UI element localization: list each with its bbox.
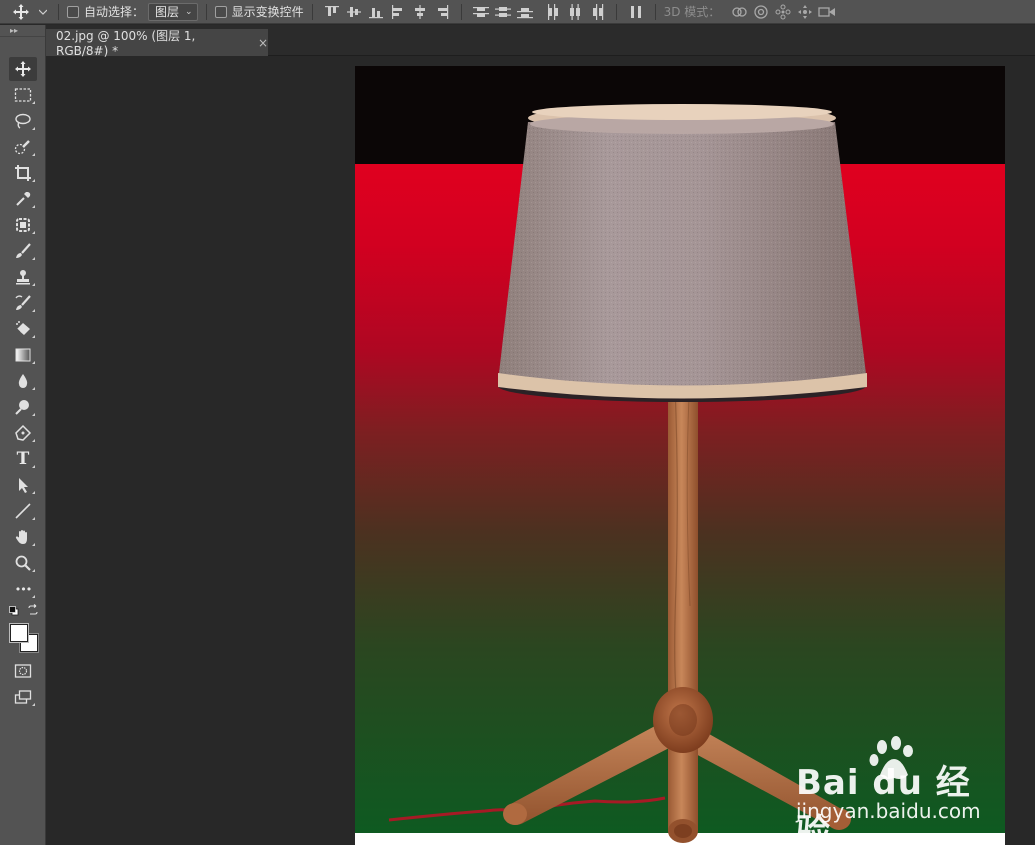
- move-tool-preset-icon[interactable]: [6, 0, 36, 24]
- zoom-icon: [15, 555, 31, 571]
- auto-select-label: 自动选择：: [84, 5, 145, 19]
- stamp-icon: [16, 270, 30, 285]
- hand-tool[interactable]: [9, 525, 37, 549]
- eraser-icon: [16, 321, 30, 335]
- watermark-url-text: jingyan.baidu.com: [796, 799, 981, 823]
- auto-select-checkbox[interactable]: 自动选择：: [67, 0, 144, 24]
- quick-select-icon: [14, 140, 30, 155]
- lasso-tool[interactable]: [9, 109, 37, 133]
- chevron-down-icon[interactable]: [36, 0, 50, 24]
- align-bottom-icon[interactable]: [365, 0, 387, 24]
- separator: [654, 3, 656, 20]
- align-vcenter-icon[interactable]: [343, 0, 365, 24]
- canvas-workspace[interactable]: [46, 57, 1035, 845]
- stamp-tool[interactable]: [9, 265, 37, 289]
- dodge-tool[interactable]: [9, 395, 37, 419]
- dodge-icon: [15, 400, 29, 415]
- checkbox-box[interactable]: [214, 5, 227, 18]
- brush-icon: [16, 243, 31, 258]
- roll-3d-icon[interactable]: [750, 0, 772, 24]
- separator: [460, 3, 462, 20]
- gradient-tool[interactable]: [9, 343, 37, 367]
- history-brush-icon: [15, 295, 31, 310]
- healing-tool[interactable]: [9, 213, 37, 237]
- document-tab[interactable]: 02.jpg @ 100% (图层 1, RGB/8#) * ×: [46, 29, 268, 58]
- baidu-watermark: Bai du 经验 jingyan.baidu.com: [788, 735, 988, 845]
- path-select-tool[interactable]: [9, 473, 37, 497]
- align-left-icon[interactable]: [387, 0, 409, 24]
- auto-align-icon[interactable]: [625, 0, 647, 24]
- align-right-icon[interactable]: [431, 0, 453, 24]
- eyedropper-tool[interactable]: [9, 187, 37, 211]
- line-icon: [15, 503, 31, 519]
- gradient-icon: [15, 348, 31, 362]
- drop-icon: [18, 374, 28, 388]
- ellipsis-icon: •••: [14, 582, 32, 596]
- default-colors-icon[interactable]: [9, 605, 19, 616]
- show-transform-checkbox[interactable]: 显示变换控件: [214, 0, 304, 24]
- document-tab-bar: 02.jpg @ 100% (图层 1, RGB/8#) * ×: [46, 25, 1035, 58]
- slide-3d-icon[interactable]: [794, 0, 816, 24]
- foreground-color-swatch[interactable]: [9, 623, 29, 643]
- mode-3d-label: 3D 模式：: [663, 5, 721, 19]
- hand-icon: [15, 530, 27, 544]
- quick-select-tool[interactable]: [9, 135, 37, 159]
- dropdown-value: 图层: [155, 5, 180, 19]
- history-brush-tool[interactable]: [9, 291, 37, 315]
- lasso-icon: [15, 113, 31, 129]
- separator: [58, 3, 59, 20]
- distribute-bottom-icon[interactable]: [514, 0, 536, 24]
- show-transform-label: 显示变换控件: [231, 5, 304, 19]
- pen-icon: [15, 424, 32, 441]
- move-tool[interactable]: [9, 57, 37, 81]
- tools-panel: ▸▸ T •••: [0, 25, 46, 845]
- crop-tool[interactable]: [9, 161, 37, 185]
- distribute-hcenter-icon[interactable]: [564, 0, 586, 24]
- document-canvas[interactable]: [355, 66, 1005, 845]
- panel-collapse-icon[interactable]: ▸▸: [0, 25, 45, 37]
- eyedropper-icon: [16, 192, 31, 206]
- distribute-top-icon[interactable]: [470, 0, 492, 24]
- orbit-3d-icon[interactable]: [728, 0, 750, 24]
- distribute-vcenter-icon[interactable]: [492, 0, 514, 24]
- crop-icon: [15, 165, 31, 181]
- pen-tool[interactable]: [9, 421, 37, 445]
- auto-select-target-dropdown[interactable]: 图层 ⌄: [148, 2, 198, 21]
- distribute-left-icon[interactable]: [542, 0, 564, 24]
- arrow-icon: [19, 478, 28, 493]
- close-icon[interactable]: ×: [258, 36, 268, 50]
- type-icon: T: [16, 449, 30, 469]
- checkbox-box[interactable]: [67, 5, 79, 18]
- screen-mode-icon: [14, 690, 32, 704]
- screen-mode-tool[interactable]: [9, 685, 37, 709]
- separator: [615, 3, 617, 20]
- document-tab-title: 02.jpg @ 100% (图层 1, RGB/8#) *: [56, 29, 196, 58]
- brush-tool[interactable]: [9, 239, 37, 263]
- distribute-right-icon[interactable]: [586, 0, 608, 24]
- more-tools[interactable]: •••: [9, 577, 37, 601]
- marquee-tool[interactable]: [9, 83, 37, 107]
- type-tool[interactable]: T: [9, 447, 37, 471]
- eraser-tool[interactable]: [9, 317, 37, 341]
- quick-mask-icon: [14, 664, 32, 678]
- pan-3d-icon[interactable]: [772, 0, 794, 24]
- quick-mask-tool[interactable]: [9, 659, 37, 683]
- align-hcenter-icon[interactable]: [409, 0, 431, 24]
- blur-tool[interactable]: [9, 369, 37, 393]
- lamp-image: [355, 66, 1005, 845]
- chevron-down-icon: ⌄: [185, 6, 193, 17]
- options-bar: 自动选择： 图层 ⌄ 显示变换控件 3D 模式：: [0, 0, 1035, 24]
- rect-marquee-icon: [14, 88, 32, 102]
- move-icon: [15, 61, 31, 77]
- zoom-tool[interactable]: [9, 551, 37, 575]
- separator: [205, 3, 207, 20]
- align-top-icon[interactable]: [321, 0, 343, 24]
- separator: [311, 3, 313, 20]
- camera-3d-icon[interactable]: [816, 0, 838, 24]
- healing-icon: [16, 218, 30, 232]
- swap-colors-icon[interactable]: [27, 604, 39, 616]
- line-tool[interactable]: [9, 499, 37, 523]
